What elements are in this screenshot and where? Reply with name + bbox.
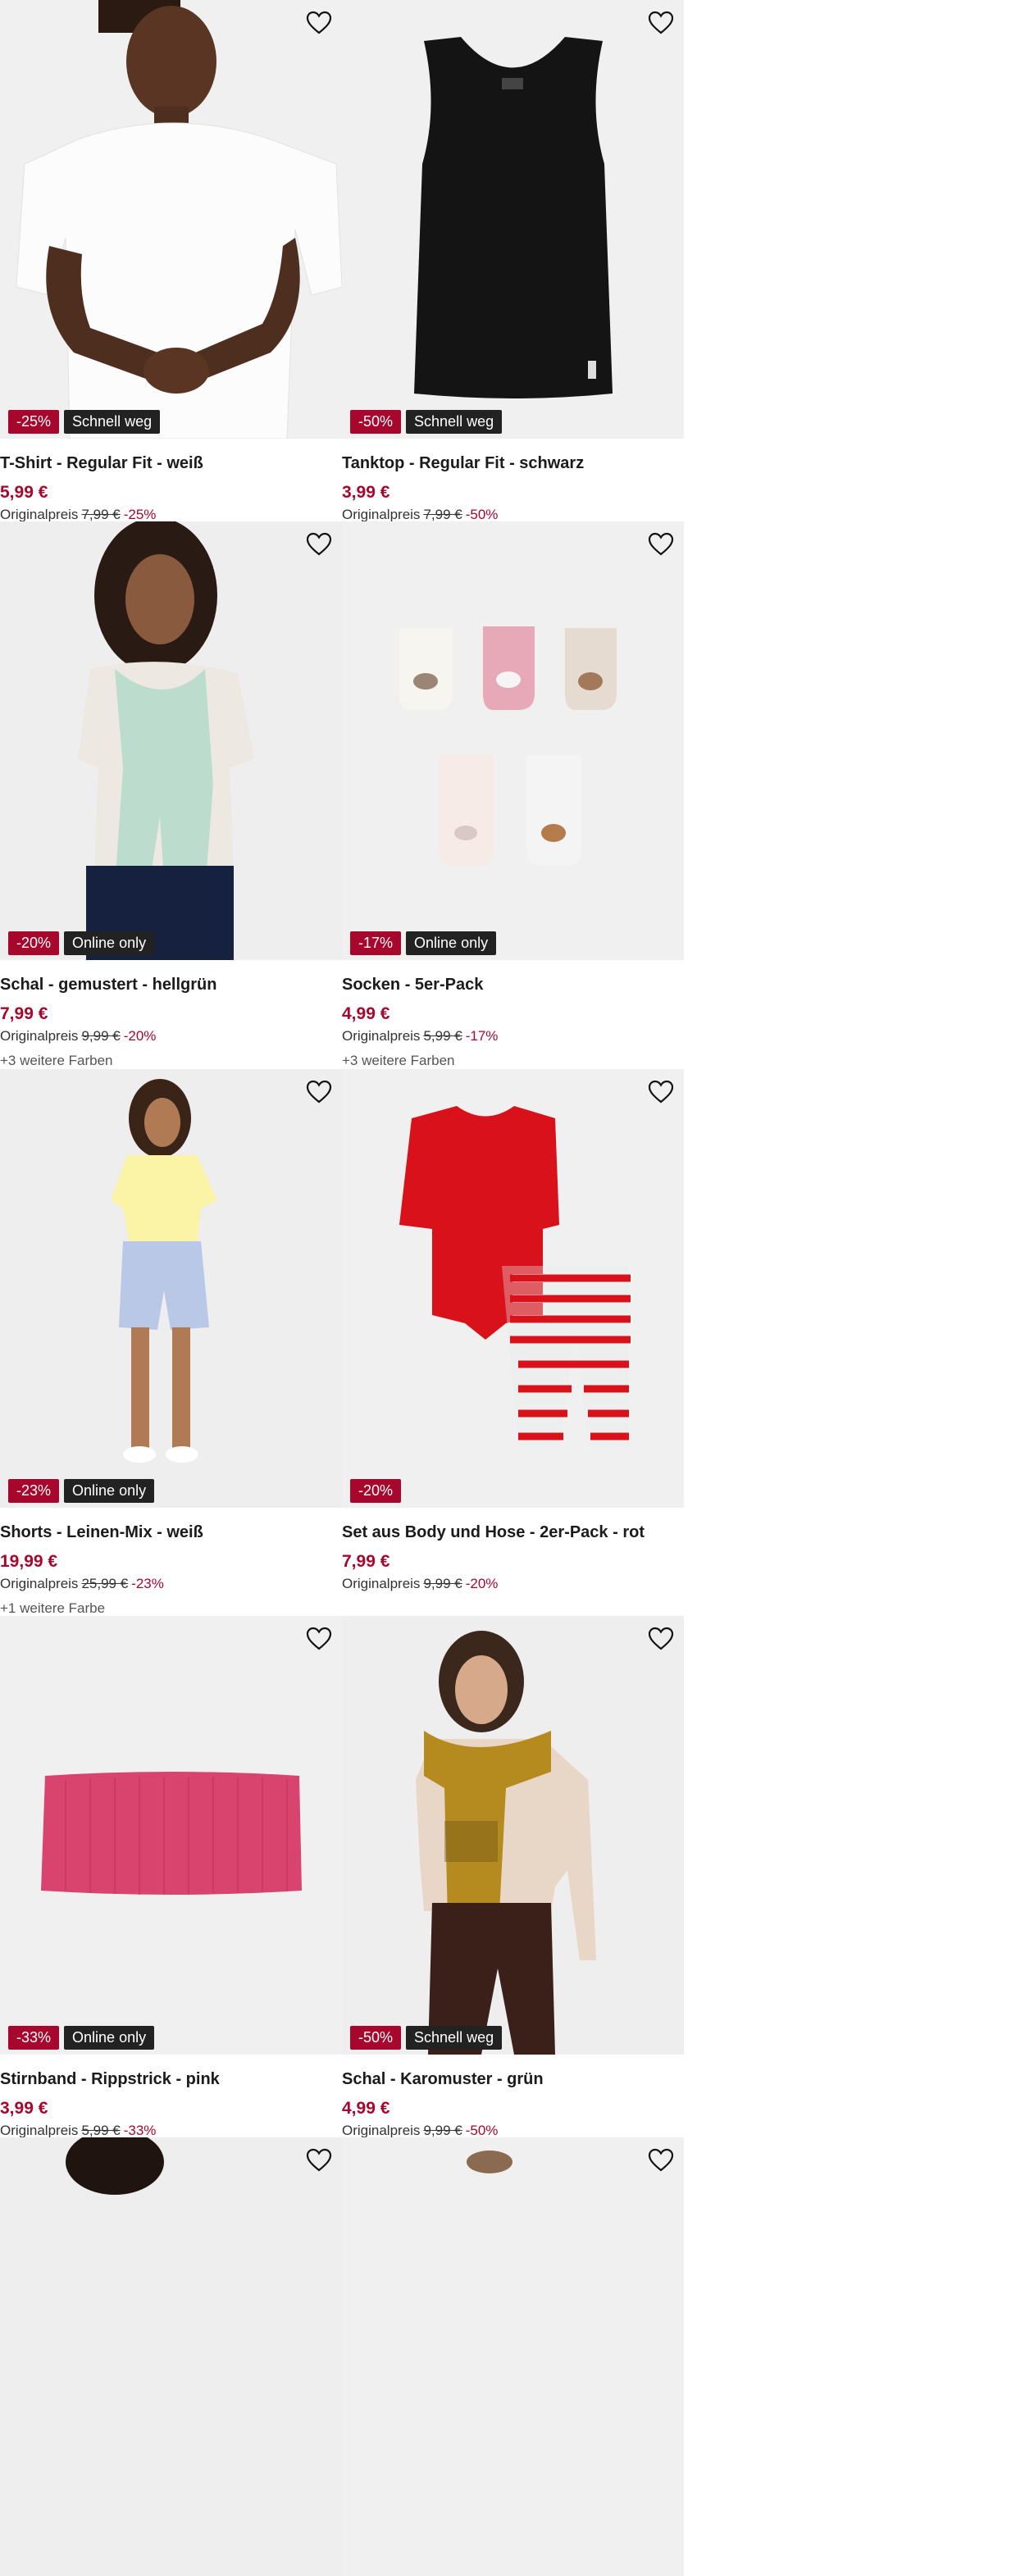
wishlist-heart-icon[interactable]	[648, 1080, 674, 1104]
discount-badge: -23%	[8, 1479, 60, 1503]
original-price: 9,99 €	[423, 1576, 462, 1591]
product-name[interactable]: Schal - gemustert - hellgrün	[0, 972, 342, 997]
original-price-label: Originalpreis	[342, 507, 421, 522]
product-info: Stirnband - Rippstrick - pink 3,99 € Ori…	[0, 2067, 342, 2141]
tag-badge: Online only	[406, 931, 497, 955]
tag-badge: Online only	[64, 1479, 155, 1503]
original-price: 9,99 €	[423, 2123, 462, 2138]
tag-badge: Schnell weg	[406, 410, 503, 434]
product-image[interactable]: -50% Schnell weg	[342, 0, 684, 439]
product-info: Set aus Body und Hose - 2er-Pack - rot 7…	[342, 1520, 684, 1594]
wishlist-heart-icon[interactable]	[648, 11, 674, 35]
badge-row: -25% Schnell weg	[8, 410, 161, 434]
tag-badge: Online only	[64, 2026, 155, 2050]
product-image[interactable]: -50% Schnell weg	[342, 1616, 684, 2055]
product-name[interactable]: T-Shirt - Regular Fit - weiß	[0, 451, 342, 476]
product-image[interactable]: -25% Schnell weg	[0, 0, 342, 439]
discount-badge: -33%	[8, 2026, 60, 2050]
original-price-row: Originalpreis 25,99 € -23%	[0, 1576, 342, 1594]
wishlist-heart-icon[interactable]	[648, 1627, 674, 1651]
more-colors-link[interactable]: +1 weitere Farbe	[0, 1600, 342, 1617]
original-price: 7,99 €	[423, 507, 462, 522]
original-price-label: Originalpreis	[342, 1028, 421, 1044]
wishlist-heart-icon[interactable]	[648, 532, 674, 557]
product-info: Socken - 5er-Pack 4,99 € Originalpreis 5,…	[342, 972, 684, 1069]
discount-badge: -50%	[350, 410, 402, 434]
badge-row: -50% Schnell weg	[350, 410, 503, 434]
product-price: 7,99 €	[342, 1552, 390, 1571]
product-name[interactable]: Schal - Karomuster - grün	[342, 2067, 684, 2091]
original-price: 5,99 €	[81, 2123, 121, 2138]
original-price: 25,99 €	[81, 1576, 129, 1591]
discount-percent: -20%	[123, 1028, 157, 1044]
discount-percent: -50%	[465, 2123, 499, 2138]
tag-badge: Online only	[64, 931, 155, 955]
original-price-row: Originalpreis 9,99 € -20%	[342, 1576, 684, 1594]
product-price: 3,99 €	[0, 2099, 48, 2118]
product-price: 5,99 €	[0, 483, 48, 502]
discount-badge: -25%	[8, 410, 60, 434]
product-info: T-Shirt - Regular Fit - weiß 5,99 € Orig…	[0, 451, 342, 525]
product-image[interactable]	[342, 2137, 684, 2576]
product-info: Schal - Karomuster - grün 4,99 € Origina…	[342, 2067, 684, 2141]
original-price-label: Originalpreis	[0, 507, 79, 522]
discount-percent: -33%	[123, 2123, 157, 2138]
wishlist-heart-icon[interactable]	[306, 1627, 332, 1651]
original-price: 9,99 €	[81, 1028, 121, 1044]
product-price: 19,99 €	[0, 1552, 58, 1571]
product-price: 3,99 €	[342, 483, 390, 502]
discount-badge: -50%	[350, 2026, 402, 2050]
product-image[interactable]: -33% Online only	[0, 1616, 342, 2055]
original-price: 7,99 €	[81, 507, 121, 522]
original-price-label: Originalpreis	[0, 1576, 79, 1591]
badge-row: -33% Online only	[8, 2026, 155, 2050]
product-info: Shorts - Leinen-Mix - weiß 19,99 € Origi…	[0, 1520, 342, 1617]
product-info: Tanktop - Regular Fit - schwarz 3,99 € O…	[342, 451, 684, 525]
product-info: Schal - gemustert - hellgrün 7,99 € Orig…	[0, 972, 342, 1069]
discount-percent: -17%	[465, 1028, 499, 1044]
product-name[interactable]: Shorts - Leinen-Mix - weiß	[0, 1520, 342, 1545]
badge-row: -20%	[350, 1479, 402, 1503]
product-price: 7,99 €	[0, 1004, 48, 1023]
discount-percent: -20%	[465, 1576, 499, 1591]
product-name[interactable]: Socken - 5er-Pack	[342, 972, 684, 997]
badge-row: -17% Online only	[350, 931, 497, 955]
product-name[interactable]: Set aus Body und Hose - 2er-Pack - rot	[342, 1520, 684, 1545]
tag-badge: Schnell weg	[64, 410, 161, 434]
wishlist-heart-icon[interactable]	[306, 1080, 332, 1104]
discount-badge: -20%	[350, 1479, 402, 1503]
wishlist-heart-icon[interactable]	[648, 2148, 674, 2173]
product-image[interactable]: -17% Online only	[342, 521, 684, 960]
discount-percent: -23%	[131, 1576, 164, 1591]
product-image[interactable]: -20% Online only	[0, 521, 342, 960]
badge-row: -50% Schnell weg	[350, 2026, 503, 2050]
product-price: 4,99 €	[342, 2099, 390, 2118]
more-colors-link[interactable]: +3 weitere Farben	[342, 1053, 684, 1069]
more-colors-link[interactable]: +3 weitere Farben	[0, 1053, 342, 1069]
product-image[interactable]: -20%	[342, 1069, 684, 1508]
discount-badge: -17%	[350, 931, 402, 955]
original-price-label: Originalpreis	[342, 2123, 421, 2138]
product-name[interactable]: Stirnband - Rippstrick - pink	[0, 2067, 342, 2091]
original-price: 5,99 €	[423, 1028, 462, 1044]
product-image[interactable]	[0, 2137, 342, 2576]
badge-row: -20% Online only	[8, 931, 155, 955]
wishlist-heart-icon[interactable]	[306, 11, 332, 35]
original-price-label: Originalpreis	[0, 1028, 79, 1044]
discount-percent: -50%	[465, 507, 499, 522]
badge-row: -23% Online only	[8, 1479, 155, 1503]
tag-badge: Schnell weg	[406, 2026, 503, 2050]
original-price-row: Originalpreis 5,99 € -17%	[342, 1028, 684, 1046]
wishlist-heart-icon[interactable]	[306, 2148, 332, 2173]
original-price-label: Originalpreis	[342, 1576, 421, 1591]
product-price: 4,99 €	[342, 1004, 390, 1023]
discount-percent: -25%	[123, 507, 157, 522]
wishlist-heart-icon[interactable]	[306, 532, 332, 557]
original-price-row: Originalpreis 9,99 € -20%	[0, 1028, 342, 1046]
product-image[interactable]: -23% Online only	[0, 1069, 342, 1508]
discount-badge: -20%	[8, 931, 60, 955]
product-name[interactable]: Tanktop - Regular Fit - schwarz	[342, 451, 684, 476]
original-price-label: Originalpreis	[0, 2123, 79, 2138]
